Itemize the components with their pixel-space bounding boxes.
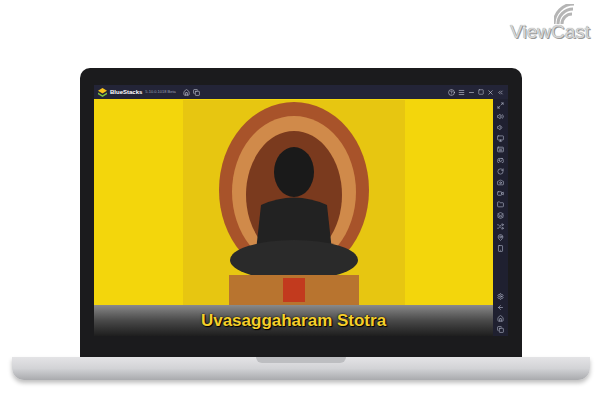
volume-down-icon[interactable] bbox=[497, 124, 504, 131]
maximize-icon[interactable] bbox=[478, 89, 484, 95]
app-screen: Uvasaggaharam Stotra bbox=[94, 99, 493, 336]
watermark-logo: ViewCast bbox=[510, 4, 590, 68]
watermark-row: ViewCast bbox=[0, 0, 602, 68]
help-icon[interactable] bbox=[448, 89, 455, 96]
caption-bar: Uvasaggaharam Stotra bbox=[94, 305, 493, 336]
gamepad-icon[interactable] bbox=[497, 157, 504, 164]
minimize-icon[interactable] bbox=[468, 89, 475, 96]
laptop-bezel: BlueStacks5.10.0.1018 Beta Uvasaggaharam … bbox=[80, 68, 522, 357]
bluestacks-logo-icon bbox=[98, 88, 107, 97]
window-title: BlueStacks bbox=[110, 88, 142, 96]
keyboard-icon[interactable] bbox=[497, 146, 504, 153]
instances-icon[interactable] bbox=[497, 212, 504, 219]
base-notch bbox=[256, 357, 346, 363]
window-version: 5.10.0.1018 Beta bbox=[145, 89, 175, 95]
watermark-text: ViewCast bbox=[510, 22, 590, 42]
location-icon[interactable] bbox=[497, 234, 504, 241]
idol-photo bbox=[183, 100, 405, 305]
collapse-icon[interactable] bbox=[497, 89, 504, 96]
back-icon[interactable] bbox=[497, 304, 504, 311]
settings-icon[interactable] bbox=[497, 293, 504, 300]
device-icon[interactable] bbox=[497, 245, 504, 252]
fullscreen-icon[interactable] bbox=[497, 102, 504, 109]
close-icon[interactable] bbox=[487, 89, 494, 96]
rotate-icon[interactable] bbox=[497, 168, 504, 175]
camera-icon[interactable] bbox=[497, 179, 504, 186]
idol-photo-icon bbox=[183, 100, 405, 305]
menu-icon[interactable] bbox=[458, 89, 465, 96]
record-icon[interactable] bbox=[497, 190, 504, 197]
caption-text: Uvasaggaharam Stotra bbox=[201, 310, 386, 332]
title-bar: BlueStacks5.10.0.1018 Beta bbox=[94, 85, 508, 99]
folder-icon[interactable] bbox=[497, 201, 504, 208]
window-body: Uvasaggaharam Stotra bbox=[94, 99, 508, 336]
recent-apps-icon[interactable] bbox=[497, 326, 504, 333]
sync-icon[interactable] bbox=[497, 223, 504, 230]
side-toolbar bbox=[493, 99, 508, 336]
laptop-base bbox=[12, 357, 590, 380]
multi-instance-icon[interactable] bbox=[193, 89, 200, 96]
volume-up-icon[interactable] bbox=[497, 113, 504, 120]
screen-icon[interactable] bbox=[497, 135, 504, 142]
photo-area bbox=[94, 99, 493, 305]
home-icon[interactable] bbox=[183, 89, 190, 96]
page: ViewCast BlueStacks5.10.0.1018 Beta Uvasag… bbox=[0, 0, 602, 414]
side-home-icon[interactable] bbox=[497, 315, 504, 322]
laptop: BlueStacks5.10.0.1018 Beta Uvasaggaharam … bbox=[0, 68, 602, 380]
bluestacks-window: BlueStacks5.10.0.1018 Beta Uvasaggaharam … bbox=[94, 85, 508, 336]
